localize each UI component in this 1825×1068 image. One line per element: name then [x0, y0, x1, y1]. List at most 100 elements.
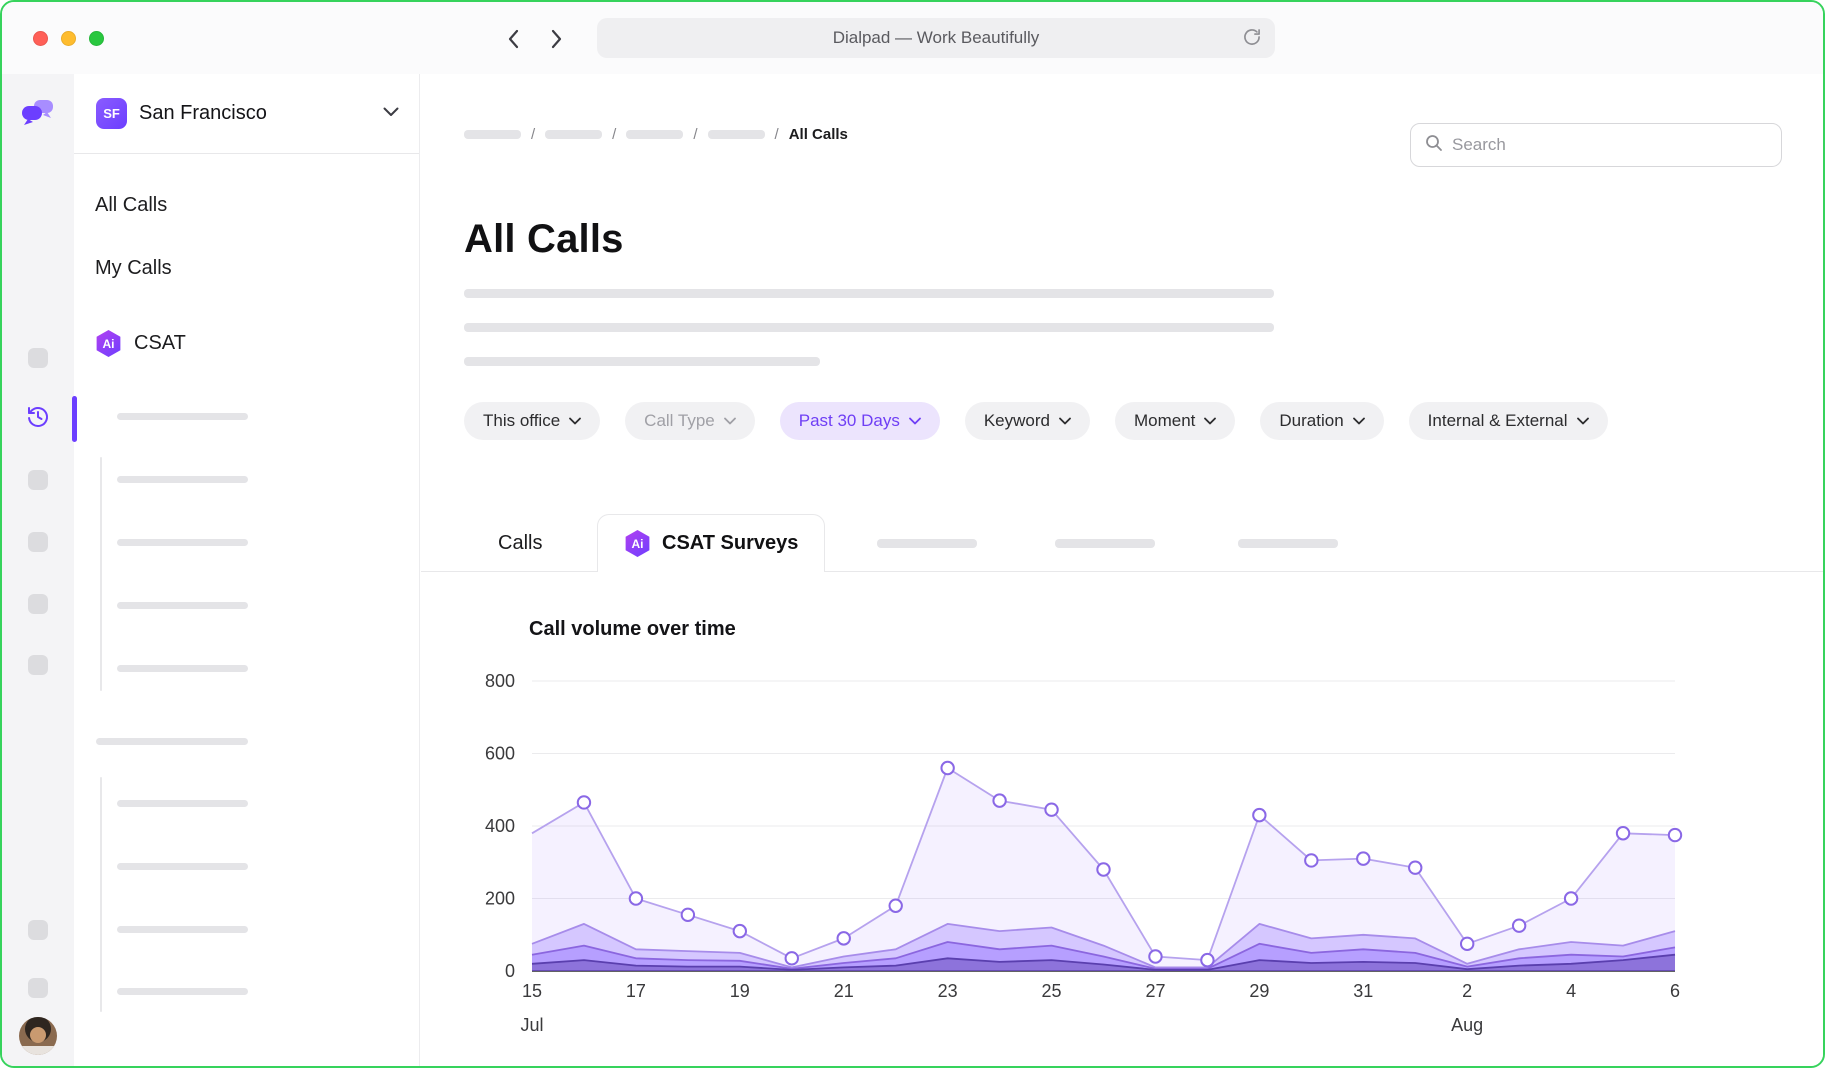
filter-moment[interactable]: Moment: [1115, 402, 1235, 440]
filter-duration[interactable]: Duration: [1260, 402, 1383, 440]
skeleton-line: [464, 289, 1274, 298]
filter-bar: This office Call Type Past 30 Days Keywo…: [464, 402, 1608, 440]
skeleton-line: [464, 323, 1274, 332]
filter-keyword[interactable]: Keyword: [965, 402, 1090, 440]
svg-text:17: 17: [626, 981, 646, 1001]
filter-internal-external[interactable]: Internal & External: [1409, 402, 1608, 440]
svg-text:29: 29: [1249, 981, 1269, 1001]
breadcrumb-skeleton: [464, 130, 521, 139]
rail-placeholder-icon: [28, 594, 48, 614]
skeleton-bar: [117, 602, 248, 609]
skeleton-line: [464, 357, 820, 366]
dialpad-logo-icon[interactable]: [22, 100, 54, 131]
svg-text:25: 25: [1042, 981, 1062, 1001]
svg-text:21: 21: [834, 981, 854, 1001]
main-content: / / / / All Calls All Calls This office: [421, 74, 1823, 1066]
skeleton-bar: [117, 800, 248, 807]
tab-label: CSAT Surveys: [662, 532, 798, 555]
chevron-down-icon: [1204, 417, 1216, 425]
rail-placeholder-icon: [28, 532, 48, 552]
skeleton-bar: [117, 665, 248, 672]
svg-text:400: 400: [485, 816, 515, 836]
skeleton-tab: [877, 539, 977, 548]
skeleton-bar: [117, 988, 248, 995]
breadcrumb-separator: /: [693, 126, 697, 143]
sidebar: SF San Francisco All Calls My Calls Ai C…: [74, 74, 420, 1066]
filter-date-range[interactable]: Past 30 Days: [780, 402, 940, 440]
minimize-window-button[interactable]: [61, 31, 76, 46]
rail-placeholder-icon: [28, 348, 48, 368]
filter-label: Internal & External: [1428, 411, 1568, 431]
skeleton-bar: [117, 413, 248, 420]
reload-icon[interactable]: [1242, 27, 1262, 52]
sidebar-item-label: CSAT: [134, 332, 186, 355]
skeleton-bar: [117, 539, 248, 546]
sidebar-item-csat[interactable]: Ai CSAT: [95, 330, 186, 357]
rail-placeholder-icon: [28, 920, 48, 940]
chevron-down-icon: [1577, 417, 1589, 425]
breadcrumb-skeleton: [545, 130, 602, 139]
filter-label: Call Type: [644, 411, 715, 431]
chart-title: Call volume over time: [529, 618, 736, 641]
skeleton-bar: [117, 863, 248, 870]
sidebar-item-all-calls[interactable]: All Calls: [95, 194, 167, 217]
app-window: Dialpad — Work Beautifully: [0, 0, 1825, 1068]
chevron-down-icon: [569, 417, 581, 425]
rail-placeholder-icon: [28, 978, 48, 998]
rail-placeholder-icon: [28, 470, 48, 490]
filter-this-office[interactable]: This office: [464, 402, 600, 440]
divider: [74, 153, 419, 154]
back-button[interactable]: [498, 24, 528, 54]
active-section-indicator: [72, 396, 77, 442]
skeleton-tab: [1055, 539, 1155, 548]
ai-hexagon-icon: Ai: [95, 330, 122, 357]
breadcrumb: / / / / All Calls: [464, 124, 848, 144]
nav-rail: [2, 74, 74, 1066]
skeleton-guide-line: [100, 457, 102, 691]
filter-label: This office: [483, 411, 560, 431]
zoom-window-button[interactable]: [89, 31, 104, 46]
chevron-down-icon: [1353, 417, 1365, 425]
history-icon[interactable]: [26, 405, 50, 429]
svg-text:200: 200: [485, 889, 515, 909]
svg-text:4: 4: [1566, 981, 1576, 1001]
chevron-down-icon: [1059, 417, 1071, 425]
svg-text:600: 600: [485, 744, 515, 764]
skeleton-bar: [117, 926, 248, 933]
call-volume-chart: 8006004002000151719212325272931246JulAug: [457, 657, 1747, 1057]
workspace-name: San Francisco: [139, 102, 383, 125]
titlebar: Dialpad — Work Beautifully: [2, 2, 1823, 74]
workspace-badge: SF: [96, 98, 127, 129]
workspace-selector[interactable]: SF San Francisco: [96, 97, 399, 129]
search-input[interactable]: [1452, 135, 1767, 155]
ai-hexagon-icon: Ai: [624, 530, 651, 557]
skeleton-bar: [96, 738, 248, 745]
user-avatar[interactable]: [19, 1017, 57, 1055]
tab-csat-surveys[interactable]: Ai CSAT Surveys: [597, 514, 825, 572]
search-box: [1410, 123, 1782, 167]
address-bar[interactable]: Dialpad — Work Beautifully: [597, 18, 1275, 58]
sidebar-item-my-calls[interactable]: My Calls: [95, 257, 172, 280]
tab-calls[interactable]: Calls: [468, 515, 572, 571]
forward-button[interactable]: [542, 24, 572, 54]
filter-label: Past 30 Days: [799, 411, 900, 431]
chart-canvas: 8006004002000151719212325272931246JulAug: [457, 657, 1747, 1057]
svg-text:31: 31: [1353, 981, 1373, 1001]
breadcrumb-skeleton: [708, 130, 765, 139]
page-title: All Calls: [464, 217, 624, 262]
chevron-down-icon: [383, 104, 399, 122]
breadcrumb-skeleton: [626, 130, 683, 139]
breadcrumb-separator: /: [531, 126, 535, 143]
search-icon: [1425, 134, 1443, 157]
close-window-button[interactable]: [33, 31, 48, 46]
svg-text:19: 19: [730, 981, 750, 1001]
filter-label: Duration: [1279, 411, 1343, 431]
svg-text:Aug: Aug: [1451, 1015, 1483, 1035]
skeleton-guide-line: [100, 777, 102, 1012]
skeleton-bar: [117, 476, 248, 483]
chevron-down-icon: [909, 417, 921, 425]
rail-placeholder-icon: [28, 655, 48, 675]
svg-text:27: 27: [1145, 981, 1165, 1001]
filter-label: Moment: [1134, 411, 1195, 431]
filter-call-type[interactable]: Call Type: [625, 402, 755, 440]
